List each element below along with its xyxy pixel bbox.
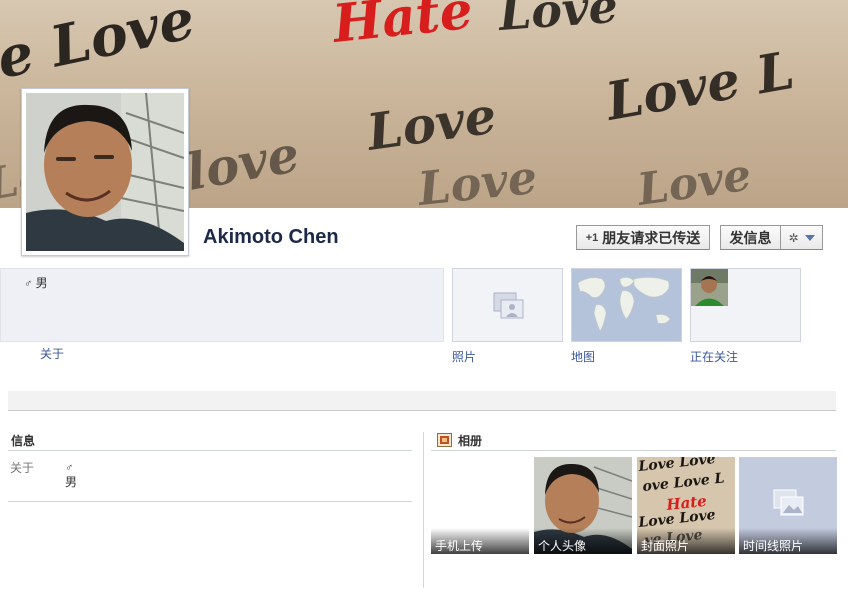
avatar-photo (26, 93, 184, 251)
settings-menu-button[interactable]: ✲ (780, 225, 823, 250)
info-title-divider (8, 450, 412, 451)
album-profile-pictures[interactable]: 个人头像 (534, 457, 632, 554)
profile-name[interactable]: Akimoto Chen (203, 226, 339, 249)
intro-tile[interactable] (0, 268, 444, 342)
album-caption: 时间线照片 (739, 528, 837, 554)
info-gender-value: 男 (65, 475, 78, 489)
info-section-title[interactable]: 信息 (11, 432, 35, 449)
svg-text:love: love (182, 124, 304, 202)
album-caption: 个人头像 (534, 528, 632, 554)
app-map-label[interactable]: 地图 (571, 348, 595, 365)
friend-request-sent-button[interactable]: +1 朋友请求已传送 (576, 225, 710, 250)
gender-value: 男 (35, 276, 48, 290)
profile-picture[interactable] (21, 88, 189, 256)
send-message-button[interactable]: 发信息 (720, 225, 780, 250)
column-divider (423, 432, 424, 588)
photo-album-icon (437, 433, 452, 447)
app-photos-label[interactable]: 照片 (452, 348, 476, 365)
svg-text:Hate: Hate (328, 0, 476, 55)
app-following[interactable] (690, 268, 801, 342)
info-row-value: ♂ 男 (65, 461, 77, 489)
svg-text:Love: Love (414, 150, 540, 208)
male-icon: ♂ (65, 462, 74, 474)
world-map-icon (572, 269, 681, 341)
svg-text:Love: Love (361, 85, 499, 162)
svg-text:Love: Love (632, 150, 754, 208)
male-icon: ♂ (24, 278, 33, 290)
friend-avatar (691, 269, 728, 306)
friend-request-label: 朋友请求已传送 (602, 229, 701, 246)
photo-placeholder-icon (493, 292, 524, 319)
section-separator-bar (8, 391, 836, 411)
info-row-label: 关于 (10, 461, 35, 475)
albums-title-divider (431, 450, 836, 451)
add-friend-icon: +1 (585, 231, 599, 244)
svg-text:Love: Love (495, 0, 620, 41)
album-caption: 手机上传 (431, 528, 529, 554)
chevron-down-icon (804, 234, 815, 241)
album-mobile-uploads[interactable]: 手机上传 (431, 457, 529, 554)
svg-text:Love L: Love L (600, 40, 799, 133)
photo-placeholder-icon (773, 489, 804, 516)
app-photos[interactable] (452, 268, 563, 342)
gear-icon: ✲ (788, 230, 799, 245)
album-caption: 封面照片 (637, 528, 735, 554)
app-map[interactable] (571, 268, 682, 342)
album-cover-photos[interactable]: Love Love ove Love L Love Love ve Love H… (637, 457, 735, 554)
about-link[interactable]: 关于 (40, 345, 64, 362)
album-timeline-photos[interactable]: 时间线照片 (739, 457, 837, 554)
info-row-divider (8, 501, 412, 502)
app-following-label[interactable]: 正在关注 (690, 348, 738, 365)
gender-info: ♂ 男 (24, 274, 48, 291)
albums-section-title[interactable]: 相册 (458, 432, 482, 449)
svg-text:ve Love: ve Love (0, 0, 200, 99)
